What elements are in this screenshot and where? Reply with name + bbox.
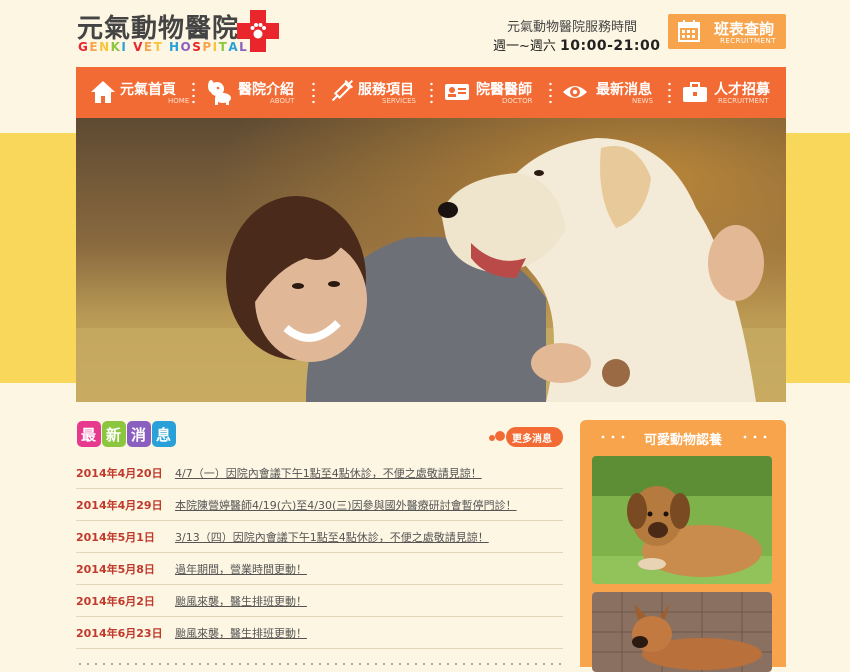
pet-photo-card[interactable] (592, 592, 772, 672)
service-days: 週一~週六 (493, 39, 556, 54)
nav-label: 醫院介紹 (238, 82, 294, 98)
nav-sublabel: RECRUITMENT (718, 97, 769, 105)
service-hours-title: 元氣動物醫院服務時間 (507, 20, 638, 35)
nav-item-about[interactable]: 醫院介紹 ABOUT (206, 67, 306, 118)
news-date: 2014年4月29日 (76, 499, 163, 512)
nav-item-services[interactable]: 服務項目 SERVICES (328, 67, 428, 118)
more-news-button[interactable]: 更多消息 (488, 426, 564, 448)
nav-label: 服務項目 (358, 82, 414, 98)
nav-sublabel: SERVICES (382, 97, 416, 105)
news-date: 2014年6月2日 (76, 595, 155, 608)
news-dotted-divider (76, 662, 563, 666)
nav-label: 院醫醫師 (476, 82, 532, 98)
service-time: 10:00-21:00 (560, 38, 661, 54)
syringe-icon (331, 79, 354, 102)
adoption-panel: 可愛動物認養 (580, 420, 786, 672)
id-card-icon (445, 84, 469, 100)
nav-divider (192, 81, 195, 105)
nav-sublabel: HOME (168, 97, 190, 105)
hero-banner-image (76, 118, 786, 402)
home-icon (91, 81, 115, 103)
logo-letter: E (89, 40, 100, 54)
logo-letter: E (143, 40, 154, 54)
news-item: 2014年6月23日 颱風來襲，醫生排班更動！ (76, 617, 563, 649)
calendar-icon (678, 20, 700, 42)
news-link[interactable]: 本院陳營婷醫師4/19(六)至4/30(三)因參與國外醫療研討會暫停門診！ (175, 497, 517, 513)
dog-photo (592, 592, 772, 672)
news-link[interactable]: 颱風來襲，醫生排班更動！ (175, 593, 307, 609)
news-item: 2014年4月20日 4/7（一）因院內會議下午1點至4點休診，不便之處敬請見諒… (76, 457, 563, 489)
nav-divider (549, 81, 552, 105)
main-nav: 元氣首頁 HOME 醫院介紹 ABOUT 服務項目 SERVICES 院醫醫師 … (76, 67, 786, 118)
nav-item-news[interactable]: 最新消息 NEWS (562, 67, 662, 118)
news-date: 2014年4月20日 (76, 467, 163, 480)
logo-subtitle: GENKI VET HOSPITAL (78, 40, 248, 54)
logo-letter: G (78, 40, 90, 54)
news-link[interactable]: 3/13（四）因院內會議下午1點至4點休診，不便之處敬請見諒！ (175, 529, 489, 545)
nav-sublabel: ABOUT (270, 97, 295, 105)
logo-letter: V (133, 40, 144, 54)
nav-item-doctor[interactable]: 院醫醫師 DOCTOR (444, 67, 544, 118)
logo-letter: P (202, 40, 213, 54)
nav-divider (312, 81, 315, 105)
logo-letter: T (153, 40, 164, 54)
logo-letter: K (110, 40, 122, 54)
logo-letter: T (218, 40, 229, 54)
news-item: 2014年5月8日 過年期間，營業時間更動！ (76, 553, 563, 585)
service-hours-time: 週一~週六 10:00-21:00 (493, 35, 660, 54)
red-cross-paw-logo (237, 10, 279, 52)
logo-letter: O (180, 40, 193, 54)
dog-icon (208, 80, 231, 105)
nav-label: 元氣首頁 (120, 82, 176, 98)
news-item: 2014年5月1日 3/13（四）因院內會議下午1點至4點休診，不便之處敬請見諒… (76, 521, 563, 553)
briefcase-icon (683, 82, 707, 102)
nav-sublabel: NEWS (632, 97, 654, 105)
news-link[interactable]: 4/7（一）因院內會議下午1點至4點休診，不便之處敬請見諒！ (175, 465, 482, 481)
puppy-photo (592, 456, 772, 584)
nav-label: 人才招募 (714, 82, 770, 98)
eye-icon (563, 86, 587, 98)
logo-letter: S (192, 40, 203, 54)
nav-label: 最新消息 (596, 82, 652, 98)
schedule-query-label: 班表查詢 (714, 20, 775, 38)
news-date: 2014年5月1日 (76, 531, 155, 544)
logo-letter: H (168, 40, 181, 54)
pet-photo-card[interactable] (592, 456, 772, 584)
news-item: 2014年4月29日 本院陳營婷醫師4/19(六)至4/30(三)因參與國外醫療… (76, 489, 563, 521)
nav-item-home[interactable]: 元氣首頁 HOME (90, 67, 190, 118)
more-news-label: 更多消息 (512, 434, 552, 445)
nav-divider (668, 81, 671, 105)
news-link[interactable]: 颱風來襲，醫生排班更動！ (175, 625, 307, 641)
news-item: 2014年6月2日 颱風來襲，醫生排班更動！ (76, 585, 563, 617)
nav-divider (430, 81, 433, 105)
title-dots-decoration (740, 435, 770, 439)
logo-letter: N (99, 40, 111, 54)
news-link[interactable]: 過年期間，營業時間更動！ (175, 561, 307, 577)
news-section-title (77, 421, 176, 447)
news-date: 2014年5月8日 (76, 563, 155, 576)
nav-sublabel: DOCTOR (502, 97, 533, 105)
news-list: 2014年4月20日 4/7（一）因院內會議下午1點至4點休診，不便之處敬請見諒… (76, 457, 563, 649)
schedule-query-sublabel: RECRUITMENT (720, 37, 776, 45)
nav-item-recruitment[interactable]: 人才招募 RECRUITMENT (682, 67, 782, 118)
schedule-query-button[interactable]: 班表查詢 RECRUITMENT (668, 14, 786, 49)
news-date: 2014年6月23日 (76, 627, 163, 640)
